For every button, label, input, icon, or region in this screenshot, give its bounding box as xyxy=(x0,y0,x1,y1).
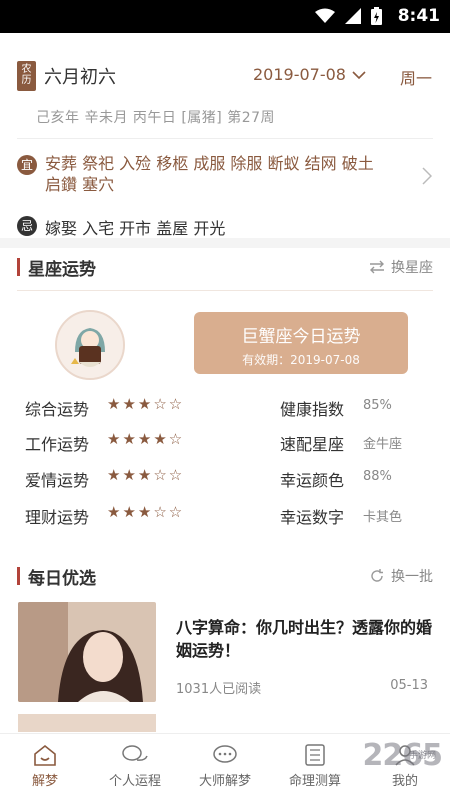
switch-sign-button[interactable]: 换星座 xyxy=(369,257,433,277)
watermark-sub: 手游网 xyxy=(408,751,436,761)
stat-label: 幸运颜色 xyxy=(280,471,345,490)
horoscope-header: 星座运势 换星座 xyxy=(17,255,433,280)
stat-value: 金牛座 xyxy=(363,437,403,452)
next-article-thumbnail[interactable] xyxy=(18,714,156,732)
fortune-row: 理财运势 ★★★☆☆ 幸运数字 卡其色 xyxy=(25,502,435,527)
stat-value: 卡其色 xyxy=(363,510,403,525)
calculator-icon xyxy=(305,744,325,766)
fortune-row: 综合运势 ★★★☆☆ 健康指数 85% xyxy=(25,394,435,419)
today-fortune-title: 巨蟹座今日运势 xyxy=(241,327,361,347)
today-fortune-validity: 有效期：2019-07-08 xyxy=(242,353,360,367)
zodiac-avatar[interactable] xyxy=(55,310,125,380)
tab-label: 命理测算 xyxy=(288,774,341,789)
star-rating: ★★★★☆ xyxy=(107,430,185,448)
date-value: 2019-07-08 xyxy=(253,65,346,84)
tab-dream[interactable]: 解梦 xyxy=(0,734,90,799)
ji-badge: 忌 xyxy=(17,216,37,236)
ganzhi-line: 己亥年 辛未月 丙午日 [属猪] 第27周 xyxy=(36,110,276,126)
divider xyxy=(17,138,433,139)
stat-label: 健康指数 xyxy=(280,400,345,419)
wifi-icon xyxy=(315,8,335,23)
battery-icon xyxy=(371,7,382,25)
article-item[interactable]: 八字算命：你几时出生？透露你的婚姻运势！ 1031人已阅读 05-13 xyxy=(18,602,432,702)
divider xyxy=(17,290,433,291)
site-watermark: 2265 手游网 xyxy=(363,738,443,773)
daily-picks-title-text: 每日优选 xyxy=(28,568,96,589)
tab-label: 大师解梦 xyxy=(198,774,251,789)
stat-label: 速配星座 xyxy=(280,435,345,454)
refresh-batch-label: 换一批 xyxy=(391,569,433,585)
house-icon xyxy=(34,744,56,766)
yi-items[interactable]: 安葬 祭祀 入殓 移柩 成服 除服 断蚁 结网 破土 启鑽 塞穴 xyxy=(45,153,375,195)
fortune-row: 工作运势 ★★★★☆ 速配星座 金牛座 xyxy=(25,429,435,454)
horoscope-title: 星座运势 xyxy=(17,255,96,280)
tab-master-dream[interactable]: 大师解梦 xyxy=(180,734,270,799)
daily-picks-title: 每日优选 xyxy=(17,564,96,589)
title-accent-bar xyxy=(17,258,20,276)
tab-label: 解梦 xyxy=(31,774,58,789)
stat-value: 85% xyxy=(363,398,392,413)
date-picker[interactable]: 2019-07-08 xyxy=(253,65,366,84)
stat-value: 88% xyxy=(363,469,392,484)
article-title: 八字算命：你几时出生？透露你的婚姻运势！ xyxy=(176,618,433,660)
ji-items: 嫁娶 入宅 开市 盖屋 开光 xyxy=(45,219,226,238)
article-date: 05-13 xyxy=(390,678,428,693)
star-rating: ★★★☆☆ xyxy=(107,395,185,413)
tab-label: 个人运程 xyxy=(108,774,161,789)
article-thumbnail xyxy=(18,602,156,702)
status-icons xyxy=(315,7,382,25)
yi-badge: 宜 xyxy=(17,155,37,175)
fortune-label: 理财运势 xyxy=(25,508,90,527)
star-rating: ★★★☆☆ xyxy=(107,466,185,484)
refresh-icon xyxy=(371,569,383,582)
almanac-card: 农历 六月初六 2019-07-08 周一 己亥年 辛未月 丙午日 [属猪] 第… xyxy=(0,33,450,238)
chevron-down-icon xyxy=(352,70,366,79)
lunar-date: 六月初六 xyxy=(44,67,116,88)
clock: 8:41 xyxy=(397,6,440,26)
section-gap xyxy=(0,238,450,248)
horoscope-title-text: 星座运势 xyxy=(28,259,96,280)
refresh-batch-button[interactable]: 换一批 xyxy=(369,566,433,586)
today-fortune-button[interactable]: 巨蟹座今日运势 有效期：2019-07-08 xyxy=(194,312,408,374)
chevron-right-icon[interactable] xyxy=(422,166,433,190)
stat-label: 幸运数字 xyxy=(280,508,345,527)
chat-bubbles-icon xyxy=(122,745,148,761)
fortune-label: 综合运势 xyxy=(25,400,90,419)
tab-personal-fortune[interactable]: 个人运程 xyxy=(90,734,180,799)
article-read-count: 1031人已阅读 xyxy=(176,682,262,697)
fortune-row: 爱情运势 ★★★☆☆ 幸运颜色 88% xyxy=(25,465,435,490)
switch-sign-label: 换星座 xyxy=(391,260,433,276)
fortune-label: 工作运势 xyxy=(25,435,90,454)
chat-dots-icon xyxy=(213,745,237,763)
star-rating: ★★★☆☆ xyxy=(107,503,185,521)
title-accent-bar xyxy=(17,567,20,585)
fortune-label: 爱情运势 xyxy=(25,471,90,490)
daily-picks-header: 每日优选 换一批 xyxy=(17,564,433,589)
tab-destiny-calc[interactable]: 命理测算 xyxy=(270,734,360,799)
swap-icon xyxy=(370,260,384,274)
status-bar: 8:41 xyxy=(0,0,450,33)
signal-icon xyxy=(345,8,361,24)
cancer-character-illustration xyxy=(57,312,123,378)
lunar-calendar-badge: 农历 xyxy=(17,61,36,91)
weekday: 周一 xyxy=(399,69,432,88)
